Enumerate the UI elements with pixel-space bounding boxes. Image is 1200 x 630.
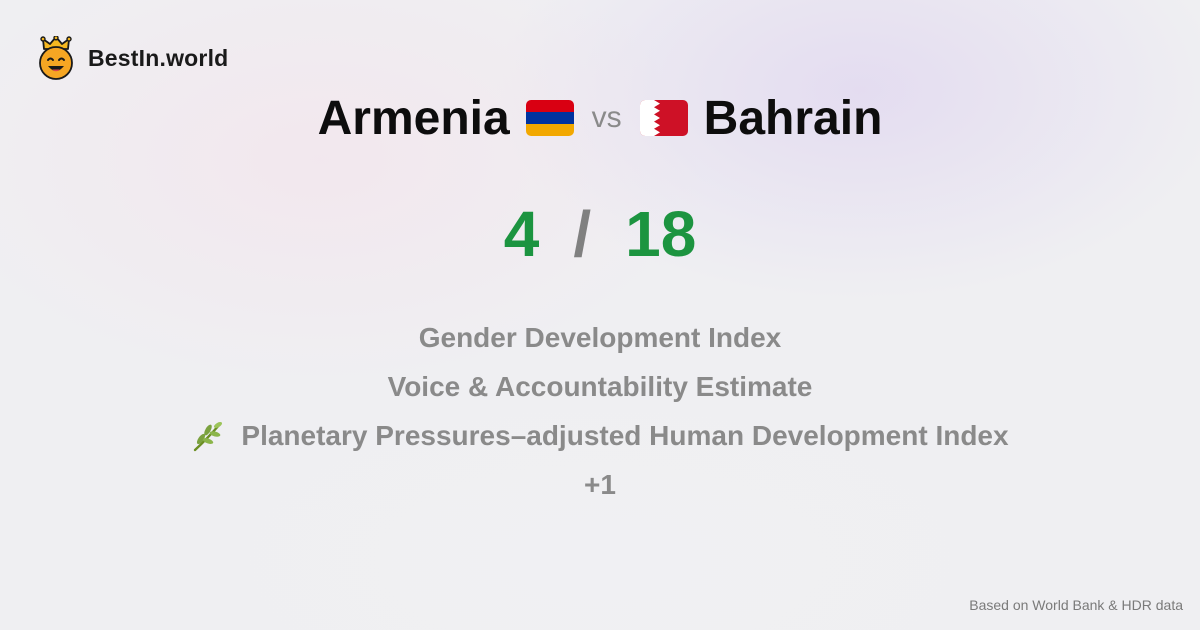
brand-logo[interactable]: BestIn.world xyxy=(38,36,228,80)
country-b-score: 18 xyxy=(625,198,697,270)
metric-item[interactable]: Voice & Accountability Estimate xyxy=(388,362,813,411)
metric-item[interactable]: Gender Development Index xyxy=(419,313,782,362)
score-comparison: 4 / 18 xyxy=(0,196,1200,272)
country-a-name[interactable]: Armenia xyxy=(318,91,510,146)
bahrain-flag-icon xyxy=(639,100,688,136)
armenia-flag-icon xyxy=(525,100,574,136)
metric-label: Planetary Pressures–adjusted Human Devel… xyxy=(241,419,1009,451)
metric-label: Voice & Accountability Estimate xyxy=(387,370,813,402)
more-metrics-count[interactable]: +1 xyxy=(584,460,616,509)
country-a-score: 4 xyxy=(503,198,540,270)
metric-item[interactable]: Planetary Pressures–adjusted Human Devel… xyxy=(191,411,1009,460)
crowned-smiley-icon xyxy=(38,36,74,80)
metric-list: Gender Development Index Voice & Account… xyxy=(0,313,1200,509)
comparison-title: Armenia vs Bahrain xyxy=(0,88,1200,148)
vs-label: vs xyxy=(591,101,622,134)
country-b-name[interactable]: Bahrain xyxy=(704,91,883,146)
brand-name: BestIn.world xyxy=(88,44,229,71)
herb-icon xyxy=(191,419,225,453)
score-separator: / xyxy=(573,198,592,270)
data-source-note: Based on World Bank & HDR data xyxy=(969,597,1183,613)
metric-label: Gender Development Index xyxy=(418,321,782,353)
